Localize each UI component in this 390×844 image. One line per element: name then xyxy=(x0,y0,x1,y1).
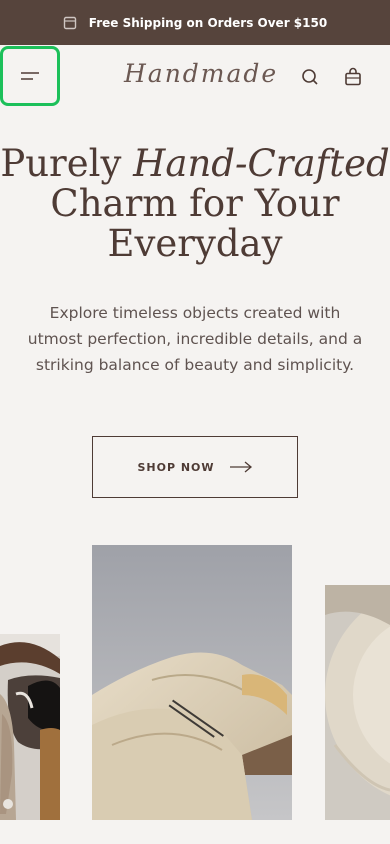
menu-button[interactable] xyxy=(0,46,60,106)
site-header: Handmade xyxy=(0,45,390,109)
tote-bag-photo xyxy=(92,545,292,820)
ceramic-plate-photo xyxy=(325,585,390,820)
hero-title-italic: Hand-Crafted xyxy=(133,142,390,185)
shop-now-button[interactable]: SHOP NOW xyxy=(92,436,298,498)
hero-title-line-3: Everyday xyxy=(107,222,283,265)
shop-now-label: SHOP NOW xyxy=(137,460,215,474)
hero-title-line-1: Purely xyxy=(0,142,134,185)
brand-logo[interactable]: Handmade xyxy=(124,59,278,88)
gift-icon xyxy=(63,16,76,29)
announcement-text: Free Shipping on Orders Over $150 xyxy=(88,15,328,30)
shopping-bag-icon[interactable] xyxy=(343,67,363,87)
hero-title-line-2: Charm for Your xyxy=(50,182,340,225)
hero-subtitle: Explore timeless objects created with ut… xyxy=(27,304,363,374)
hamburger-menu-icon xyxy=(21,72,39,80)
announcement-bar: Free Shipping on Orders Over $150 xyxy=(0,0,390,45)
hero-title: Purely Hand-Crafted Charm for Your Every… xyxy=(0,144,390,264)
hats-photo xyxy=(0,634,60,820)
arrow-right-icon xyxy=(229,461,252,473)
search-icon[interactable] xyxy=(300,67,320,87)
